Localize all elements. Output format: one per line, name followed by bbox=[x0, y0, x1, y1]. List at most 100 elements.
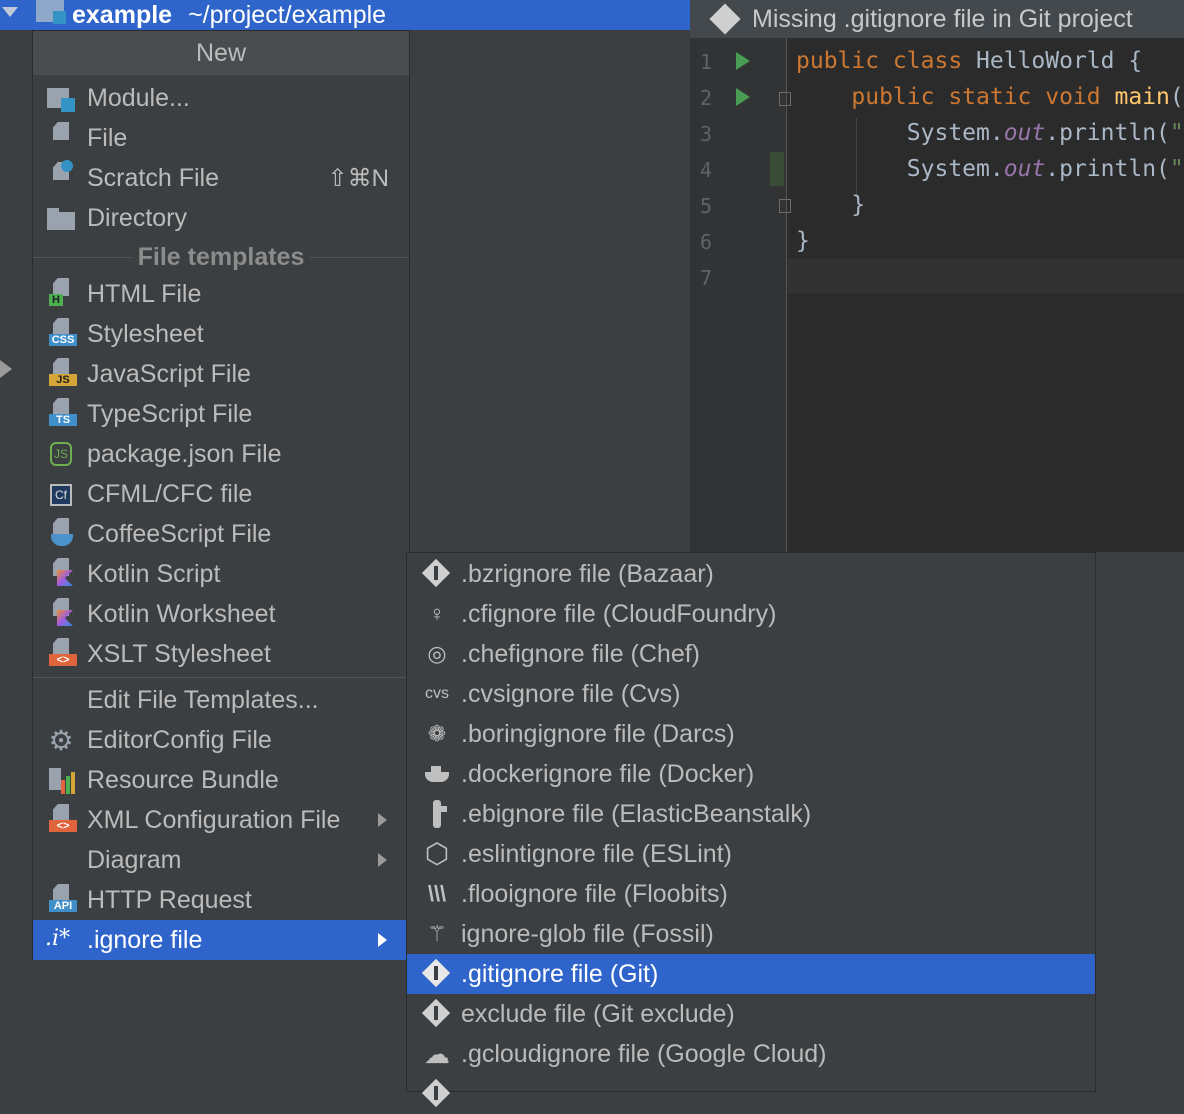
menu-item-kotlin-script[interactable]: Kotlin Script bbox=[33, 554, 409, 594]
caret-row-highlight bbox=[787, 258, 1184, 294]
api-icon: API bbox=[49, 884, 77, 912]
elasticbeanstalk-icon bbox=[423, 800, 451, 828]
menu-item-label: Diagram bbox=[87, 845, 182, 874]
menu-item-javascript-file[interactable]: JS JavaScript File bbox=[33, 354, 409, 394]
submenu-item-label: .gcloudignore file (Google Cloud) bbox=[461, 1039, 827, 1068]
vcs-change-marker[interactable] bbox=[770, 152, 784, 186]
section-label: File templates bbox=[137, 242, 305, 271]
menu-item-xslt-stylesheet[interactable]: <> XSLT Stylesheet bbox=[33, 634, 409, 674]
submenu-arrow-icon bbox=[378, 853, 387, 867]
menu-item-cfml-file[interactable]: Cf CFML/CFC file bbox=[33, 474, 409, 514]
menu-item-typescript-file[interactable]: TS TypeScript File bbox=[33, 394, 409, 434]
menu-item-http-request[interactable]: API HTTP Request bbox=[33, 880, 409, 920]
menu-item-label: EditorConfig File bbox=[87, 725, 272, 754]
xslt-file-icon: <> bbox=[49, 638, 77, 666]
module-icon bbox=[47, 86, 75, 112]
line-number: 3 bbox=[700, 122, 713, 146]
submenu-item-dockerignore[interactable]: .dockerignore file (Docker) bbox=[407, 754, 1095, 794]
submenu-item-eslintignore[interactable]: ⬡ .eslintignore file (ESLint) bbox=[407, 834, 1095, 874]
submenu-item-label: .cvsignore file (Cvs) bbox=[461, 679, 681, 708]
code-line: } bbox=[796, 192, 866, 218]
menu-item-label: TypeScript File bbox=[87, 399, 253, 428]
gutter-divider bbox=[786, 38, 787, 552]
menu-item-label: Resource Bundle bbox=[87, 765, 279, 794]
menu-title: New bbox=[33, 31, 409, 75]
submenu-item-label: .bzrignore file (Bazaar) bbox=[461, 559, 714, 588]
menu-item-label: Directory bbox=[87, 203, 188, 232]
menu-item-label: XSLT Stylesheet bbox=[87, 639, 271, 668]
menu-item-scratch-file[interactable]: Scratch File ⇧⌘N bbox=[33, 158, 409, 198]
line-number: 4 bbox=[700, 158, 713, 182]
git-icon bbox=[421, 998, 451, 1028]
menu-item-stylesheet[interactable]: CSS Stylesheet bbox=[33, 314, 409, 354]
partial-item-icon bbox=[421, 1078, 451, 1108]
submenu-item-ignore-glob[interactable]: ⚚ ignore-glob file (Fossil) bbox=[407, 914, 1095, 954]
code-line: public class HelloWorld { bbox=[796, 48, 1143, 74]
expand-arrow-icon[interactable] bbox=[2, 7, 18, 17]
submenu-item-label: .chefignore file (Chef) bbox=[461, 639, 701, 668]
submenu-item-git-exclude[interactable]: exclude file (Git exclude) bbox=[407, 994, 1095, 1034]
collapsed-arrow-icon[interactable] bbox=[0, 360, 12, 378]
fossil-icon: ⚚ bbox=[427, 921, 447, 946]
fold-icon[interactable] bbox=[779, 92, 791, 106]
menu-item-editorconfig-file[interactable]: ⚙ EditorConfig File bbox=[33, 720, 409, 760]
menu-item-label: HTML File bbox=[87, 279, 202, 308]
bazaar-icon bbox=[421, 558, 451, 588]
menu-item-label: package.json File bbox=[87, 439, 282, 468]
google-cloud-icon: ☁ bbox=[424, 1039, 450, 1069]
run-main-icon[interactable] bbox=[736, 88, 750, 106]
menu-item-ignore-file[interactable]: .i* .ignore file bbox=[33, 920, 409, 960]
javascript-file-icon: JS bbox=[49, 358, 77, 386]
docker-icon bbox=[423, 760, 451, 788]
submenu-item-label: .ebignore file (ElasticBeanstalk) bbox=[461, 799, 812, 828]
submenu-item-boringignore[interactable]: ❁ .boringignore file (Darcs) bbox=[407, 714, 1095, 754]
menu-separator bbox=[33, 677, 409, 678]
file-templates-section: File templates bbox=[33, 239, 410, 275]
line-number: 7 bbox=[700, 266, 713, 290]
menu-item-label: Edit File Templates... bbox=[87, 685, 319, 714]
line-number: 5 bbox=[700, 194, 713, 218]
kotlin-icon bbox=[49, 558, 73, 586]
submenu-item-bzrignore[interactable]: .bzrignore file (Bazaar) bbox=[407, 554, 1095, 594]
editor-gutter bbox=[690, 38, 786, 552]
submenu-item-chefignore[interactable]: ◎ .chefignore file (Chef) bbox=[407, 634, 1095, 674]
notification-banner[interactable]: Missing .gitignore file in Git project bbox=[690, 0, 1184, 38]
submenu-item-partial[interactable] bbox=[407, 1074, 1095, 1114]
menu-item-file[interactable]: File bbox=[33, 118, 409, 158]
menu-item-kotlin-worksheet[interactable]: Kotlin Worksheet bbox=[33, 594, 409, 634]
menu-item-package-json[interactable]: JS package.json File bbox=[33, 434, 409, 474]
menu-item-xml-configuration-file[interactable]: <> XML Configuration File bbox=[33, 800, 409, 840]
line-number: 6 bbox=[700, 230, 713, 254]
ignore-file-icon: .i* bbox=[45, 926, 71, 951]
submenu-item-flooignore[interactable]: \\\ .flooignore file (Floobits) bbox=[407, 874, 1095, 914]
eslint-icon: ⬡ bbox=[424, 838, 450, 869]
line-number: 2 bbox=[700, 86, 713, 110]
project-tree-root[interactable]: example ~/project/example bbox=[0, 0, 690, 30]
module-folder-icon bbox=[36, 0, 66, 24]
submenu-item-cvsignore[interactable]: cvs .cvsignore file (Cvs) bbox=[407, 674, 1095, 714]
menu-item-module[interactable]: Module... bbox=[33, 78, 409, 118]
menu-item-directory[interactable]: Directory bbox=[33, 198, 409, 238]
submenu-item-gcloudignore[interactable]: ☁ .gcloudignore file (Google Cloud) bbox=[407, 1034, 1095, 1074]
fold-icon[interactable] bbox=[779, 199, 791, 213]
menu-item-diagram[interactable]: Diagram bbox=[33, 840, 409, 880]
submenu-item-gitignore[interactable]: .gitignore file (Git) bbox=[407, 954, 1095, 994]
run-class-icon[interactable] bbox=[736, 52, 750, 70]
cloudfoundry-icon: ♀ bbox=[428, 601, 446, 626]
code-line: } bbox=[796, 228, 810, 254]
menu-item-resource-bundle[interactable]: Resource Bundle bbox=[33, 760, 409, 800]
project-name: example bbox=[72, 0, 173, 29]
submenu-item-label: .cfignore file (CloudFoundry) bbox=[461, 599, 777, 628]
chef-icon: ◎ bbox=[427, 641, 447, 666]
menu-item-label: Module... bbox=[87, 83, 190, 112]
banner-text: Missing .gitignore file in Git project bbox=[752, 4, 1133, 33]
menu-item-edit-file-templates[interactable]: Edit File Templates... bbox=[33, 680, 409, 720]
submenu-item-ebignore[interactable]: .ebignore file (ElasticBeanstalk) bbox=[407, 794, 1095, 834]
submenu-item-cfignore[interactable]: ♀ .cfignore file (CloudFoundry) bbox=[407, 594, 1095, 634]
menu-item-coffeescript-file[interactable]: CoffeeScript File bbox=[33, 514, 409, 554]
menu-item-html-file[interactable]: H HTML File bbox=[33, 274, 409, 314]
code-line: public static void main( bbox=[851, 84, 1184, 110]
file-icon bbox=[49, 122, 69, 150]
gear-icon: ⚙ bbox=[48, 725, 74, 756]
menu-item-label: File bbox=[87, 123, 128, 152]
